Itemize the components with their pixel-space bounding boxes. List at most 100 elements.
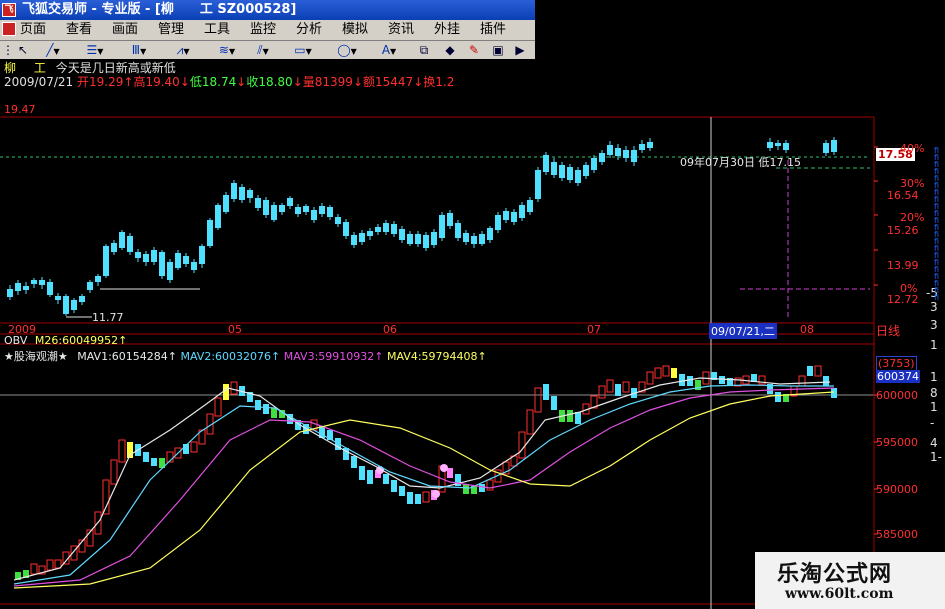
crosshair-label: 09年07月30日 低17.15 xyxy=(680,156,801,169)
obv-bar-up xyxy=(534,387,542,413)
obv-bar xyxy=(359,466,365,480)
obv-bar-up xyxy=(422,491,430,503)
obv-bar xyxy=(255,400,261,410)
edge-glyph: - xyxy=(930,416,935,430)
candle-body-down xyxy=(159,252,165,276)
obv-bar xyxy=(551,396,557,410)
candle-body-down xyxy=(431,232,437,245)
obv-bar-up xyxy=(118,439,126,463)
axis-pct-20: 20% xyxy=(900,211,925,224)
mav-header: ★股海观潮★ MAV1:60154284↑ MAV2:60032076↑ MAV… xyxy=(4,348,487,364)
candle-body-down xyxy=(351,235,357,245)
candle-body-down xyxy=(111,243,117,252)
candle-body-down xyxy=(287,198,293,206)
candle-body-down xyxy=(511,212,517,222)
obv-bar xyxy=(807,366,813,376)
up-arrow-icon: ↑ xyxy=(374,350,384,363)
edge-glyph: 1- xyxy=(930,450,942,464)
obv-axis-585000: 585000 xyxy=(876,528,918,541)
candle-body-down xyxy=(327,207,333,217)
obv-bar xyxy=(823,376,829,386)
obv-bar-up xyxy=(606,379,614,393)
site-watermark: 乐淘公式网 www.60lt.com xyxy=(755,552,945,609)
candle-body-down xyxy=(519,205,525,218)
kline-chart[interactable] xyxy=(0,0,945,609)
obv-bar xyxy=(831,388,837,398)
obv-bar xyxy=(687,376,693,386)
obv-bar xyxy=(415,494,421,504)
candle-body-down xyxy=(599,153,605,162)
indicator-title: ★股海观潮★ xyxy=(4,350,68,363)
obv-value: M26:60049952 xyxy=(34,334,119,347)
candle-body-down xyxy=(71,300,77,310)
candle-body-down xyxy=(63,296,69,314)
obv-bar-up xyxy=(798,375,806,387)
obv-bar xyxy=(399,486,405,496)
candle-body-down xyxy=(199,246,205,264)
candle-body-down xyxy=(279,205,285,212)
candle-body-down xyxy=(551,162,557,175)
obv-bar xyxy=(391,480,397,492)
edge-glyph: 3 xyxy=(930,318,938,332)
candle-body-down xyxy=(543,155,549,172)
obv-bar-up xyxy=(230,381,238,395)
candle-body-down xyxy=(463,233,469,242)
candle-body-down xyxy=(407,234,413,244)
candle-body-down xyxy=(23,286,29,290)
candle-body-down xyxy=(87,282,93,290)
obv-bar-up xyxy=(662,365,670,377)
obv-bar xyxy=(151,458,157,466)
candle-body-down xyxy=(7,289,13,297)
watermark-url: www.60lt.com xyxy=(785,586,894,602)
edge-glyph: 1 xyxy=(930,400,938,414)
obv-bar xyxy=(447,468,453,478)
candle-body-down xyxy=(271,205,277,220)
mav3-value: MAV3:59910932 xyxy=(283,350,375,363)
obv-bar-up xyxy=(46,559,54,571)
obv-bar-up xyxy=(54,559,62,569)
candle-body-down xyxy=(495,215,501,230)
candle-body-down xyxy=(95,276,101,282)
candle-body-down xyxy=(15,283,21,291)
obv-axis-595000: 595000 xyxy=(876,436,918,449)
obv-bar-up xyxy=(598,385,606,399)
up-arrow-icon: ↑ xyxy=(477,350,487,363)
obv-bar-up xyxy=(30,563,38,575)
obv-label: OBV xyxy=(4,334,28,347)
candle-body-down xyxy=(223,195,229,212)
candle-body-down xyxy=(567,167,573,180)
candle-body-down xyxy=(623,150,629,158)
watermark-title: 乐淘公式网 xyxy=(777,562,893,587)
period-label[interactable]: 日线 xyxy=(876,322,900,339)
candle-body-down xyxy=(39,280,45,285)
candle-body-down xyxy=(255,198,261,208)
candle-body-down xyxy=(151,250,157,262)
mav2-value: MAV2:60032076 xyxy=(180,350,272,363)
candle-body-down xyxy=(303,206,309,212)
candle-body-down xyxy=(207,220,213,246)
obv-badge-top: (3753) xyxy=(876,356,917,371)
edge-glyph: 1 xyxy=(930,338,938,352)
candle-body-down xyxy=(415,234,421,244)
date-axis-07: 07 xyxy=(587,323,601,336)
obv-bar xyxy=(543,384,549,400)
candle-body-down xyxy=(359,233,365,242)
obv-bar xyxy=(383,474,389,484)
candle-body-down xyxy=(775,143,781,146)
candle-body-down xyxy=(479,234,485,244)
candle-body-down xyxy=(215,205,221,228)
candle-body-down xyxy=(439,215,445,238)
obv-bar-up xyxy=(190,441,198,453)
candle-body-down xyxy=(391,224,397,234)
obv-bar xyxy=(679,374,685,386)
candle-body-down xyxy=(167,262,173,280)
obv-bar-up xyxy=(526,409,534,435)
obv-bar xyxy=(143,452,149,462)
candle-body-down xyxy=(31,280,37,284)
candle-body-down xyxy=(263,200,269,215)
mav4-value: MAV4:59794408 xyxy=(386,350,478,363)
candle-body-down xyxy=(631,150,637,162)
date-axis-06: 06 xyxy=(383,323,397,336)
up-arrow-icon: ↑ xyxy=(167,350,177,363)
obv-axis-590000: 590000 xyxy=(876,483,918,496)
